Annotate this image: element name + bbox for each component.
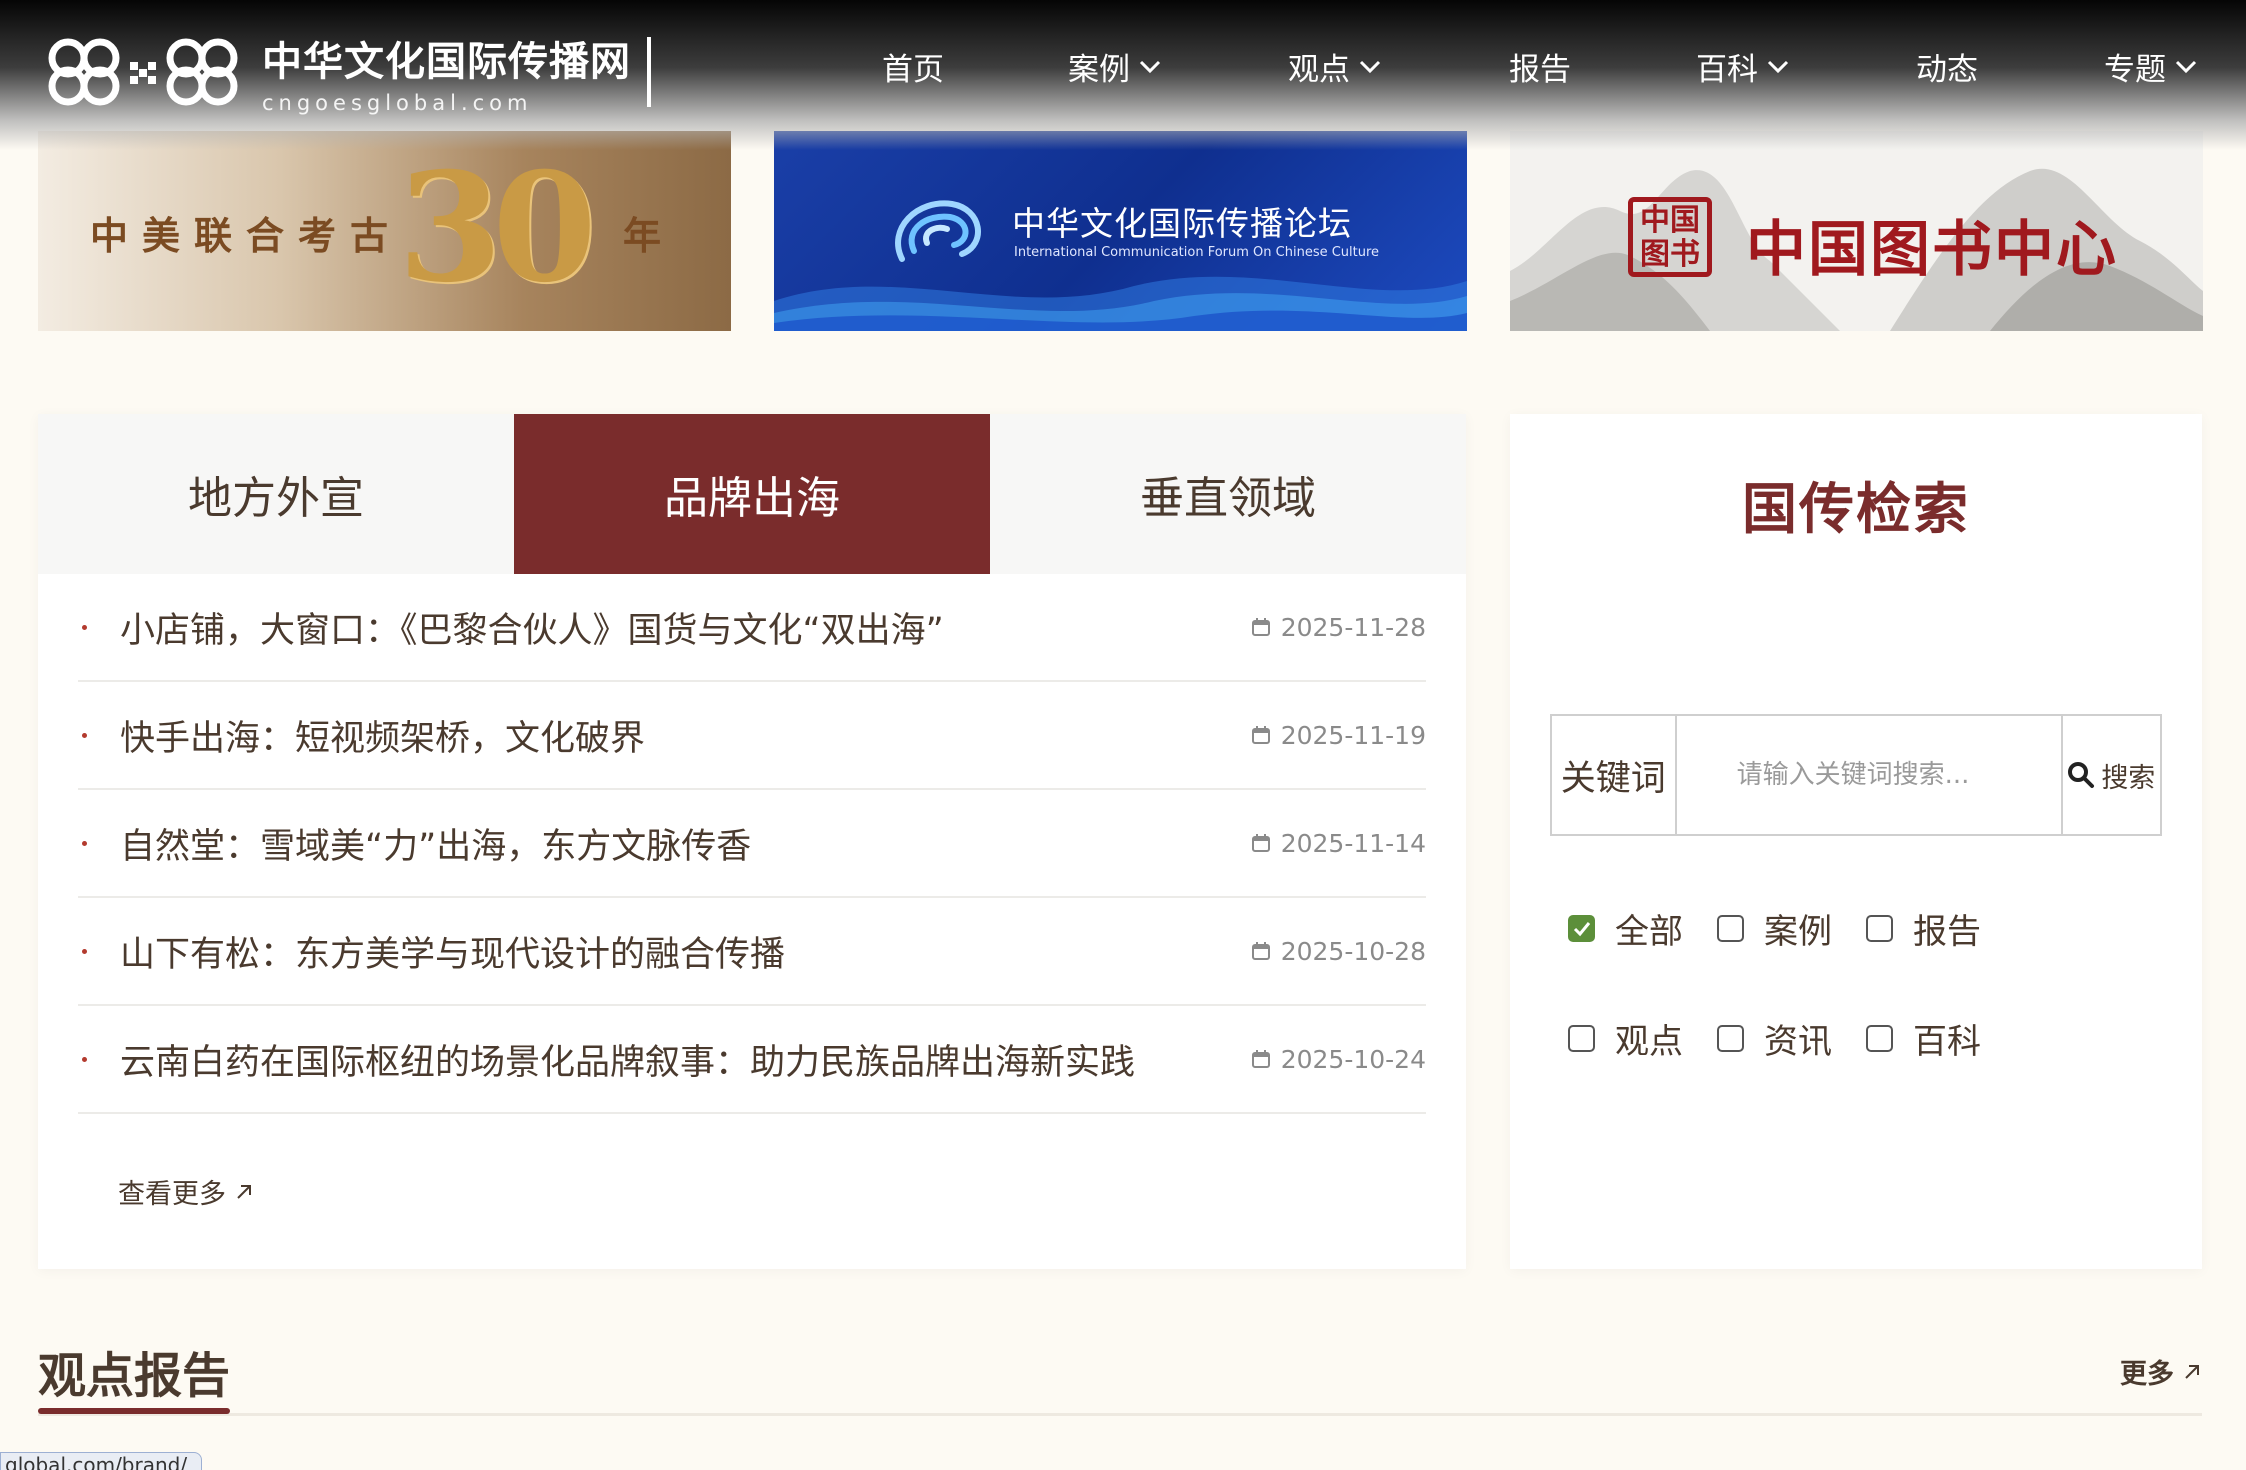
calendar-icon [1251,942,1270,960]
checkbox[interactable] [1717,1025,1744,1052]
views-reports-section: 观点报告 更多 [38,1336,2202,1416]
bullet-dot-icon [82,624,87,630]
section-underline [38,1408,230,1414]
filter-views[interactable]: 观点 [1568,1014,1683,1063]
banner-archaeology[interactable]: 中美联合考古 30 年 [38,131,731,331]
search-button[interactable]: 搜索 [2060,716,2160,834]
article-date: 2025-11-28 [1251,613,1426,642]
tab-local-publicity[interactable]: 地方外宣 [38,414,514,574]
search-icon [2068,762,2095,788]
article-date: 2025-10-28 [1251,937,1426,966]
section-more-link[interactable]: 更多 [2120,1352,2202,1391]
article-date: 2025-11-14 [1251,829,1426,858]
view-more-link[interactable]: 查看更多 [118,1172,254,1211]
checkbox-checked[interactable] [1568,915,1595,942]
chevron-down-icon [1359,60,1381,73]
banner-book-center-title: 中国图书中心 [1746,215,2118,285]
tab-bar: 地方外宣 品牌出海 垂直领域 [38,414,1466,574]
brand-news-panel: 地方外宣 品牌出海 垂直领域 小店铺，大窗口：《巴黎合伙人》国货与文化“双出海”… [38,414,1466,1269]
search-panel: 国传检索 关键词 搜索 全部 案例 报告 观点 资讯 [1510,414,2202,1269]
chevron-down-icon [1767,60,1789,73]
filter-row-2: 观点 资讯 百科 [1568,1014,2168,1063]
checkbox[interactable] [1717,915,1744,942]
search-input[interactable] [1676,716,2061,834]
bullet-dot-icon [82,840,87,846]
calendar-icon [1251,1050,1270,1068]
search-title: 国传检索 [1741,476,1970,541]
bullet-dot-icon [82,948,87,954]
checkbox[interactable] [1866,1025,1893,1052]
nav-cases[interactable]: 案例 [1068,44,1162,89]
site-header: 中华文化国际传播网 cngoesglobal.com 首页 案例 观点 报告 百… [0,0,2246,150]
nav-reports[interactable]: 报告 [1509,44,1571,89]
checkbox[interactable] [1866,915,1893,942]
banner-book-center[interactable]: 中国图书 中国图书中心 [1510,131,2203,331]
checkmark-icon [1573,921,1590,936]
article-date: 2025-10-24 [1251,1045,1426,1074]
banner-forum[interactable]: 中华文化国际传播论坛 International Communication F… [774,131,1467,331]
search-box: 关键词 搜索 [1550,714,2162,836]
list-item[interactable]: 快手出海：短视频架桥，文化破界 2025-11-19 [78,682,1426,790]
filter-cases[interactable]: 案例 [1717,904,1832,953]
checkbox[interactable] [1568,1025,1595,1052]
filter-all[interactable]: 全部 [1568,904,1683,953]
chevron-down-icon [2175,60,2197,73]
bullet-dot-icon [82,732,87,738]
article-list: 小店铺，大窗口：《巴黎合伙人》国货与文化“双出海” 2025-11-28 快手出… [78,574,1426,1114]
article-date: 2025-11-19 [1251,721,1426,750]
arrow-up-right-icon [2185,1364,2199,1379]
nav-topics[interactable]: 专题 [2104,44,2198,89]
banner-archaeology-number: 30 [398,140,597,316]
banner-forum-title: 中华文化国际传播论坛 [1012,204,1352,243]
article-title[interactable]: 山下有松：东方美学与现代设计的融合传播 [120,926,785,977]
calendar-icon [1251,618,1270,636]
nav-home[interactable]: 首页 [882,44,944,89]
site-domain: cngoesglobal.com [262,91,533,115]
tab-brand-overseas[interactable]: 品牌出海 [514,414,990,574]
filter-encyclopedia[interactable]: 百科 [1866,1014,1981,1063]
filter-reports[interactable]: 报告 [1866,904,1981,953]
main-nav: 首页 案例 观点 报告 百科 动态 专题 [0,44,2246,94]
status-bar-url: global.com/brand/ [0,1452,203,1470]
nav-views[interactable]: 观点 [1288,44,1382,89]
chevron-down-icon [1139,60,1161,73]
list-item[interactable]: 山下有松：东方美学与现代设计的融合传播 2025-10-28 [78,898,1426,1006]
filter-news[interactable]: 资讯 [1717,1014,1832,1063]
list-item[interactable]: 云南白药在国际枢纽的场景化品牌叙事：助力民族品牌出海新实践 2025-10-24 [78,1006,1426,1114]
bullet-dot-icon [82,1056,87,1062]
list-item[interactable]: 小店铺，大窗口：《巴黎合伙人》国货与文化“双出海” 2025-11-28 [78,574,1426,682]
banner-archaeology-text: 中美联合考古 [90,213,403,258]
article-title[interactable]: 快手出海：短视频架桥，文化破界 [120,710,645,761]
arrow-up-right-icon [237,1184,251,1199]
wave-decoration-icon [774,276,1467,331]
article-title[interactable]: 自然堂：雪域美“力”出海，东方文脉传香 [120,818,751,869]
filter-row-1: 全部 案例 报告 [1568,904,2168,953]
book-center-seal: 中国图书 [1628,197,1712,277]
banner-forum-subtitle: International Communication Forum On Chi… [1014,245,1380,260]
nav-encyclopedia[interactable]: 百科 [1696,44,1790,89]
calendar-icon [1251,834,1270,852]
nav-news[interactable]: 动态 [1916,44,1978,89]
calendar-icon [1251,726,1270,744]
list-item[interactable]: 自然堂：雪域美“力”出海，东方文脉传香 2025-11-14 [78,790,1426,898]
spiral-logo-icon [895,200,981,262]
article-title[interactable]: 小店铺，大窗口：《巴黎合伙人》国货与文化“双出海” [120,602,944,653]
keyword-label: 关键词 [1552,716,1677,834]
banner-archaeology-suffix: 年 [623,213,662,258]
tab-vertical-fields[interactable]: 垂直领域 [990,414,1466,574]
article-title[interactable]: 云南白药在国际枢纽的场景化品牌叙事：助力民族品牌出海新实践 [120,1034,1135,1085]
